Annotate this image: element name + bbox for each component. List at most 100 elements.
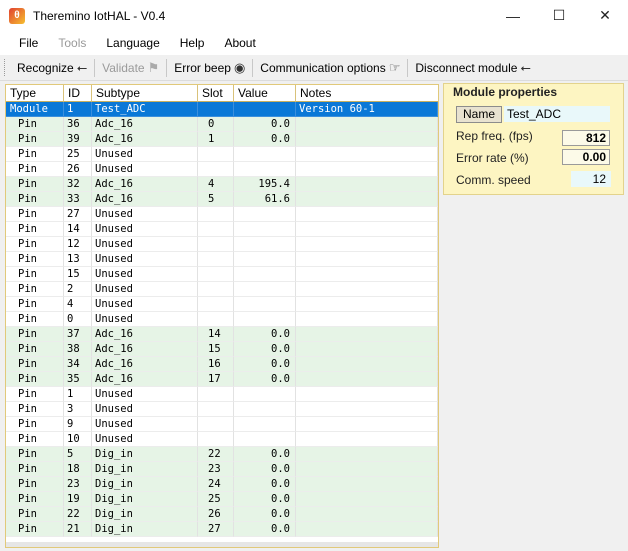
pin-row[interactable]: Pin 39 Adc_16 1 0.0 xyxy=(6,132,438,147)
pin-row[interactable]: Pin 2 Unused xyxy=(6,282,438,297)
minimize-button[interactable]: — xyxy=(490,0,536,31)
cell-type: Pin xyxy=(6,342,64,357)
pin-row[interactable]: Pin 0 Unused xyxy=(6,312,438,327)
pin-row[interactable]: Pin 32 Adc_16 4 195.4 xyxy=(6,177,438,192)
cell-subtype: Adc_16 xyxy=(92,357,198,372)
cell-type: Module xyxy=(6,102,64,117)
cell-slot xyxy=(198,267,234,282)
cell-type: Pin xyxy=(6,462,64,477)
comm-speed-value[interactable]: 12 xyxy=(571,171,611,187)
validate-button[interactable]: Validate ⚑ xyxy=(97,57,164,78)
cell-type: Pin xyxy=(6,357,64,372)
maximize-button[interactable]: ☐ xyxy=(536,0,582,31)
minimize-icon: — xyxy=(506,7,520,24)
communication-options-button[interactable]: Communication options ☞ xyxy=(255,57,405,78)
disconnect-module-button[interactable]: Disconnect module ⭠ xyxy=(410,57,535,78)
cell-value xyxy=(234,402,296,417)
column-header-slot[interactable]: Slot xyxy=(198,85,234,102)
module-row[interactable]: Module 1 Test_ADC Version 60-1 xyxy=(6,102,438,117)
window-title: Theremino IotHAL - V0.4 xyxy=(33,8,166,23)
column-header-subtype[interactable]: Subtype xyxy=(92,85,198,102)
pin-row[interactable]: Pin 27 Unused xyxy=(6,207,438,222)
pin-row[interactable]: Pin 5 Dig_in 22 0.0 xyxy=(6,447,438,462)
pin-row[interactable]: Pin 9 Unused xyxy=(6,417,438,432)
pin-row[interactable]: Pin 13 Unused xyxy=(6,252,438,267)
cell-subtype: Adc_16 xyxy=(92,327,198,342)
usb-icon: ⭠ xyxy=(520,59,531,75)
recognize-button[interactable]: Recognize ⭠ xyxy=(12,57,92,78)
pin-row[interactable]: Pin 15 Unused xyxy=(6,267,438,282)
cell-type: Pin xyxy=(6,222,64,237)
cell-value: 0.0 xyxy=(234,117,296,132)
cell-value: 0.0 xyxy=(234,492,296,507)
pin-row[interactable]: Pin 23 Dig_in 24 0.0 xyxy=(6,477,438,492)
cell-subtype: Dig_in xyxy=(92,447,198,462)
error-beep-button[interactable]: Error beep ◉ xyxy=(169,57,250,78)
pin-row[interactable]: Pin 4 Unused xyxy=(6,297,438,312)
cell-id: 0 xyxy=(64,312,92,327)
menu-language[interactable]: Language xyxy=(96,36,169,50)
cell-id: 33 xyxy=(64,192,92,207)
column-header-type[interactable]: Type xyxy=(6,85,64,102)
toolbar-grip[interactable] xyxy=(4,59,8,76)
error-beep-label: Error beep xyxy=(174,60,231,75)
pin-row[interactable]: Pin 14 Unused xyxy=(6,222,438,237)
pin-row[interactable]: Pin 3 Unused xyxy=(6,402,438,417)
pin-row[interactable]: Pin 26 Unused xyxy=(6,162,438,177)
cell-slot xyxy=(198,237,234,252)
column-header-notes[interactable]: Notes xyxy=(296,85,438,102)
column-header-value[interactable]: Value xyxy=(234,85,296,102)
horizontal-scrollbar[interactable] xyxy=(6,542,438,547)
pin-row[interactable]: Pin 18 Dig_in 23 0.0 xyxy=(6,462,438,477)
cell-id: 36 xyxy=(64,117,92,132)
pin-row[interactable]: Pin 36 Adc_16 0 0.0 xyxy=(6,117,438,132)
pin-row[interactable]: Pin 22 Dig_in 26 0.0 xyxy=(6,507,438,522)
name-button[interactable]: Name xyxy=(456,106,502,123)
pin-row[interactable]: Pin 38 Adc_16 15 0.0 xyxy=(6,342,438,357)
pin-row[interactable]: Pin 35 Adc_16 17 0.0 xyxy=(6,372,438,387)
disconnect-module-label: Disconnect module xyxy=(415,60,518,75)
cell-id: 1 xyxy=(64,387,92,402)
pin-grid[interactable]: Type ID Subtype Slot Value Notes Module 1… xyxy=(5,84,439,548)
cell-value xyxy=(234,207,296,222)
cell-id: 10 xyxy=(64,432,92,447)
cell-value xyxy=(234,237,296,252)
cell-slot: 22 xyxy=(198,447,234,462)
pin-row[interactable]: Pin 1 Unused xyxy=(6,387,438,402)
cell-slot xyxy=(198,402,234,417)
menu-about[interactable]: About xyxy=(214,36,265,50)
cell-id: 19 xyxy=(64,492,92,507)
pin-row[interactable]: Pin 12 Unused xyxy=(6,237,438,252)
close-button[interactable]: ✕ xyxy=(582,0,628,31)
menu-file[interactable]: File xyxy=(9,36,48,50)
pin-row[interactable]: Pin 37 Adc_16 14 0.0 xyxy=(6,327,438,342)
cell-subtype: Unused xyxy=(92,267,198,282)
pin-row[interactable]: Pin 21 Dig_in 27 0.0 xyxy=(6,522,438,537)
module-name-input[interactable] xyxy=(504,106,610,122)
error-rate-label: Error rate (%) xyxy=(456,151,529,165)
pin-row[interactable]: Pin 33 Adc_16 5 61.6 xyxy=(6,192,438,207)
cell-notes xyxy=(296,507,438,522)
pin-row[interactable]: Pin 10 Unused xyxy=(6,432,438,447)
grid-body: Module 1 Test_ADC Version 60-1 Pin 36 Adc_16 0 0… xyxy=(6,102,438,537)
cell-slot: 25 xyxy=(198,492,234,507)
cell-subtype: Unused xyxy=(92,402,198,417)
pin-row[interactable]: Pin 19 Dig_in 25 0.0 xyxy=(6,492,438,507)
cell-notes xyxy=(296,417,438,432)
cell-subtype: Adc_16 xyxy=(92,372,198,387)
cell-type: Pin xyxy=(6,117,64,132)
cell-value xyxy=(234,147,296,162)
menu-help[interactable]: Help xyxy=(170,36,215,50)
pin-row[interactable]: Pin 34 Adc_16 16 0.0 xyxy=(6,357,438,372)
column-header-id[interactable]: ID xyxy=(64,85,92,102)
cell-subtype: Unused xyxy=(92,237,198,252)
rep-freq-value: 812 xyxy=(562,130,610,146)
cell-type: Pin xyxy=(6,207,64,222)
cell-value: 0.0 xyxy=(234,132,296,147)
cell-notes: Version 60-1 xyxy=(296,102,438,117)
cell-notes xyxy=(296,282,438,297)
menu-tools[interactable]: Tools xyxy=(48,36,96,50)
pin-row[interactable]: Pin 25 Unused xyxy=(6,147,438,162)
cell-notes xyxy=(296,342,438,357)
cell-subtype: Unused xyxy=(92,222,198,237)
